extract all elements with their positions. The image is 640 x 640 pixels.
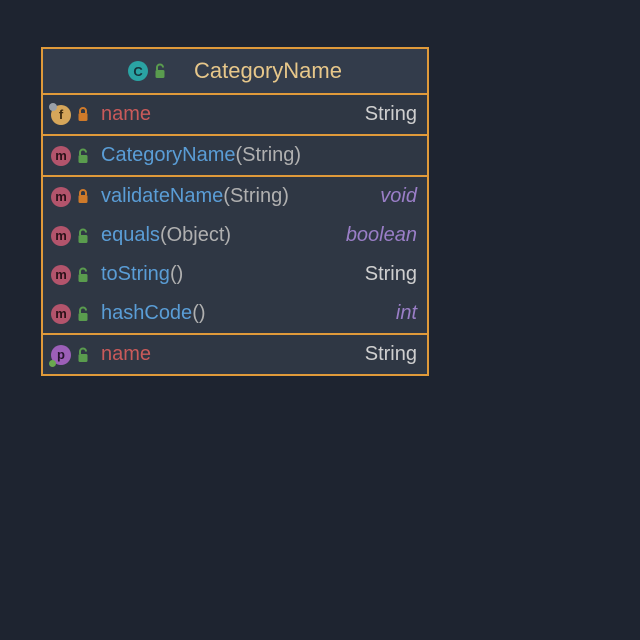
open-lock-icon xyxy=(152,62,168,80)
method-badge-icon: m xyxy=(51,187,71,207)
properties-section: p name String xyxy=(43,335,427,374)
method-name: toString xyxy=(101,263,170,286)
field-type: String xyxy=(365,103,417,126)
field-name: name xyxy=(101,103,151,126)
method-name: equals xyxy=(101,224,160,247)
method-row[interactable]: m hashCode() int xyxy=(43,294,427,333)
method-type: void xyxy=(380,185,417,208)
methods-section: m validateName(String) void m equals(Obj… xyxy=(43,177,427,335)
property-name: name xyxy=(101,343,151,366)
method-badge-letter: m xyxy=(55,189,67,204)
method-name: validateName xyxy=(101,185,223,208)
open-lock-icon xyxy=(75,147,91,165)
class-header[interactable]: C CategoryName xyxy=(43,49,427,95)
constructor-name: CategoryName xyxy=(101,144,236,167)
constructor-row[interactable]: m CategoryName(String) xyxy=(43,136,427,175)
open-lock-icon xyxy=(75,305,91,323)
method-params: () xyxy=(170,263,183,286)
open-lock-icon xyxy=(75,227,91,245)
getter-marker-icon xyxy=(49,360,56,367)
method-name: hashCode xyxy=(101,302,192,325)
method-badge-letter: m xyxy=(55,267,67,282)
property-type: String xyxy=(365,343,417,366)
method-badge-letter: m xyxy=(55,306,67,321)
static-marker-icon xyxy=(49,103,57,111)
class-badge-icon: C xyxy=(128,61,148,81)
property-badge-letter: p xyxy=(57,347,65,362)
method-badge-icon: m xyxy=(51,146,71,166)
constructor-params: (String) xyxy=(236,144,302,167)
method-row[interactable]: m toString() String xyxy=(43,255,427,294)
class-badge-letter: C xyxy=(133,64,142,79)
method-row[interactable]: m equals(Object) boolean xyxy=(43,216,427,255)
method-params: (Object) xyxy=(160,224,231,247)
closed-lock-icon xyxy=(75,188,91,206)
method-type: boolean xyxy=(346,224,417,247)
constructors-section: m CategoryName(String) xyxy=(43,136,427,177)
method-type: int xyxy=(396,302,417,325)
property-badge-icon: p xyxy=(51,345,71,365)
field-row[interactable]: f name String xyxy=(43,95,427,134)
fields-section: f name String xyxy=(43,95,427,136)
open-lock-icon xyxy=(75,346,91,364)
method-badge-icon: m xyxy=(51,265,71,285)
method-params: () xyxy=(192,302,205,325)
method-row[interactable]: m validateName(String) void xyxy=(43,177,427,216)
method-badge-icon: m xyxy=(51,304,71,324)
method-badge-letter: m xyxy=(55,228,67,243)
closed-lock-icon xyxy=(75,106,91,124)
method-params: (String) xyxy=(223,185,289,208)
field-badge-icon: f xyxy=(51,105,71,125)
class-diagram: C CategoryName f name String m xyxy=(41,47,429,376)
class-title: CategoryName xyxy=(194,58,342,84)
field-badge-letter: f xyxy=(59,107,63,122)
property-row[interactable]: p name String xyxy=(43,335,427,374)
method-badge-letter: m xyxy=(55,148,67,163)
method-type: String xyxy=(365,263,417,286)
method-badge-icon: m xyxy=(51,226,71,246)
open-lock-icon xyxy=(75,266,91,284)
